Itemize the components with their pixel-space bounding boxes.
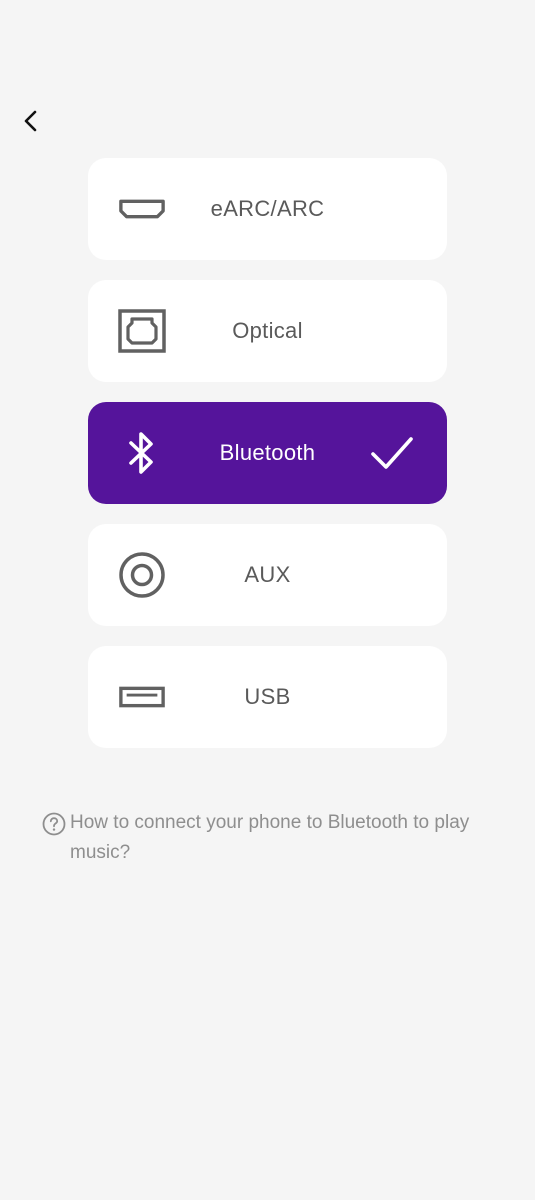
- source-label: AUX: [244, 562, 291, 587]
- source-label: USB: [244, 684, 291, 709]
- chevron-left-icon: [24, 110, 37, 132]
- bluetooth-help-link[interactable]: How to connect your phone to Bluetooth t…: [42, 808, 482, 868]
- help-circle-icon: [42, 812, 66, 836]
- source-earc-arc[interactable]: eARC/ARC: [88, 158, 447, 260]
- source-aux[interactable]: AUX: [88, 524, 447, 626]
- source-bluetooth[interactable]: Bluetooth: [88, 402, 447, 504]
- check-icon: [371, 437, 413, 469]
- source-optical[interactable]: Optical: [88, 280, 447, 382]
- source-label: Optical: [232, 318, 303, 343]
- source-usb[interactable]: USB: [88, 646, 447, 748]
- input-source-list: eARC/ARC Optical Bluetooth AUX USB: [88, 158, 447, 768]
- source-label: eARC/ARC: [210, 196, 325, 221]
- help-text: How to connect your phone to Bluetooth t…: [70, 812, 470, 863]
- back-button[interactable]: [14, 104, 48, 138]
